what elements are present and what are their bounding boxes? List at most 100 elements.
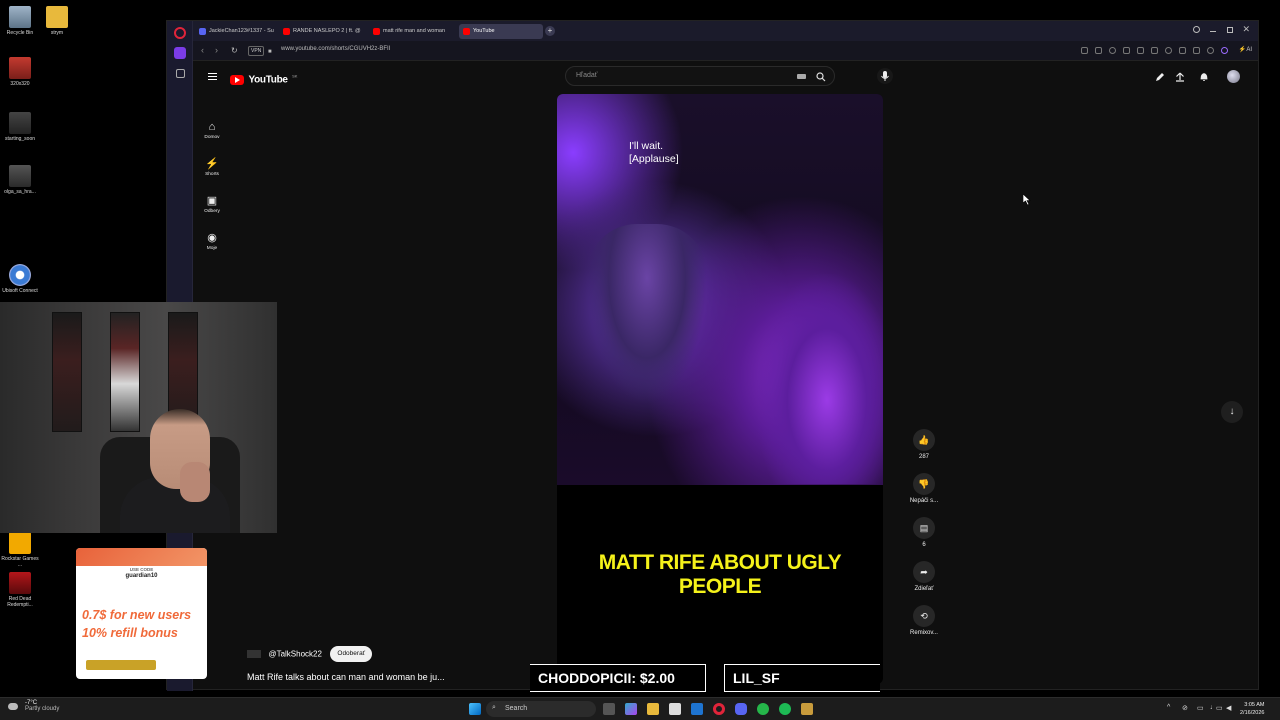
ubisoft-connect-desktop-icon[interactable]: Ubisoft Connect [0,264,40,295]
channel-avatar[interactable] [247,649,261,658]
mouse-cursor-icon [1023,194,1031,205]
voice-search-button[interactable] [877,68,893,84]
url-field[interactable]: www.youtube.com/shorts/CGUVH2z-BFII [281,46,390,52]
adblock-icon[interactable] [1109,47,1116,54]
region-code: SK [292,73,298,79]
strym-folder-desktop-icon[interactable]: strym [37,6,77,37]
shield-icon[interactable] [1137,47,1144,54]
recycle-bin-desktop-icon[interactable]: Recycle Bin [0,6,40,37]
download-icon[interactable] [1179,47,1186,54]
hamburger-menu-icon[interactable] [208,73,217,80]
dislike-action[interactable]: 👎 Nepáči s... [906,473,942,504]
share-button[interactable]: ➦ [913,561,935,583]
promo-code: guardian10 [125,573,158,579]
image-320-desktop-icon[interactable]: 320x320 [0,57,40,88]
upload-icon[interactable] [1175,72,1185,82]
speaker-icon[interactable]: ◀ [1226,704,1231,712]
like-button[interactable]: 👍 [913,429,935,451]
channel-name[interactable]: @TalkShock22 [268,649,321,658]
play-icon[interactable] [1151,47,1158,54]
red-dead-desktop-icon[interactable]: Red Dead Redempti... [0,572,40,609]
forward-icon[interactable]: › [215,45,218,55]
weather-icon [8,703,18,710]
reload-icon[interactable]: ↻ [231,46,238,56]
start-icon[interactable] [469,703,481,715]
clock[interactable]: 3:05 AM 2/16/2026 [1240,701,1264,717]
keyboard-icon[interactable] [797,74,806,79]
remix-action[interactable]: ⟲ Remixov... [906,605,942,636]
opera-icon[interactable] [713,703,725,715]
bell-icon[interactable] [1199,72,1209,82]
file-explorer-icon[interactable] [647,703,659,715]
edit-icon[interactable] [1081,47,1088,54]
new-tab-button[interactable]: + [545,26,555,36]
network-icon[interactable]: ▭ [1197,704,1204,712]
home-sidebar-icon[interactable] [174,47,186,59]
outlook-icon[interactable] [691,703,703,715]
folder-icon [46,6,68,28]
ai-button[interactable]: ⚡AI [1239,46,1252,53]
camera-icon[interactable] [1095,47,1102,54]
remix-button[interactable]: ⟲ [913,605,935,627]
copilot-icon[interactable] [625,703,637,715]
profile-icon[interactable] [1207,47,1214,54]
sidebar-item-shorts[interactable]: ⚡ Shorts [193,158,231,177]
sidebar-item-home[interactable]: ⌂ Domov [193,121,231,140]
opera-logo-icon[interactable] [174,27,186,39]
comments-action[interactable]: ▤ 6 [906,517,942,548]
like-action[interactable]: 👍 287 [906,429,942,460]
youtube-logo-icon [230,74,244,85]
avatar[interactable] [1227,70,1240,83]
promo-code-label: USE CODE [129,567,154,572]
tab-youtube-active[interactable]: YouTube [459,24,543,39]
extension-icon[interactable] [1123,47,1130,54]
tab-matt-rife[interactable]: matt rife man and woman [369,24,455,39]
bookmarks-sidebar-icon[interactable] [176,69,185,78]
mute-icon[interactable]: ⊘ [1182,704,1188,712]
display-icon[interactable]: ▭ [1216,704,1223,712]
store-icon[interactable] [669,703,681,715]
minimize-button[interactable] [1210,31,1216,32]
subscribe-button[interactable]: Odoberať [330,645,373,662]
thumbs-down-icon: 👎 [918,478,930,489]
vpn-badge[interactable]: VPN [248,46,265,56]
task-view-icon[interactable] [603,703,615,715]
weather-widget[interactable]: -7°C Partly cloudy [8,700,59,712]
close-window-button[interactable]: ✕ [1242,24,1250,35]
address-bar: ‹ › ↻ VPN ■ www.youtube.com/shorts/CGUVH… [193,41,1258,61]
dislike-button[interactable]: 👎 [913,473,935,495]
video-title[interactable]: Matt Rife talks about can man and woman … [247,672,445,682]
heart-icon[interactable] [1165,47,1172,54]
youtube-logo[interactable]: YouTube SK [230,71,298,85]
rockstar-desktop-icon[interactable]: Rockstar Games ... [0,532,40,569]
tab-rande[interactable]: RANDE NASLEPO 2 | ft. @ [279,24,365,39]
search-box[interactable]: Hľadať [565,66,835,86]
comments-button[interactable]: ▤ [913,517,935,539]
sidebar-item-subscriptions[interactable]: ▣ Odbery [193,195,231,214]
shorts-icon: ⚡ [205,158,219,170]
search-input[interactable]: Hľadať [576,72,597,79]
league-icon[interactable] [801,703,813,715]
spotify-icon[interactable] [779,703,791,715]
shorts-player[interactable]: I'll wait. [Applause] MATT RIFE ABOUT UG… [557,94,883,684]
back-icon[interactable]: ‹ [201,45,204,55]
taskbar-search[interactable]: ⌕ Search [486,701,596,717]
search-tabs-icon[interactable] [1193,26,1200,33]
menu-icon[interactable] [1193,47,1200,54]
xbox-icon[interactable] [757,703,769,715]
share-action[interactable]: ➦ Zdieľať [906,561,942,592]
tray-expand-icon[interactable]: ^ [1167,704,1170,711]
lock-icon[interactable]: ■ [268,47,272,57]
search-icon[interactable] [816,72,826,82]
sidebar-item-you[interactable]: ◉ Moje [193,232,231,251]
olga-desktop-icon[interactable]: olga_sa_hra... [0,165,40,196]
maximize-button[interactable] [1227,27,1233,33]
next-video-button[interactable]: ↓ [1221,401,1243,423]
starting-soon-desktop-icon[interactable]: starting_soon [0,112,40,143]
remix-icon: ⟲ [920,610,928,621]
video-frame[interactable]: I'll wait. [Applause] [557,94,883,485]
settings-icon[interactable] [1221,47,1228,54]
create-icon[interactable] [1155,72,1165,82]
discord-icon[interactable] [735,703,747,715]
tab-discord[interactable]: JackieChan123#1337 - Su [195,24,275,39]
